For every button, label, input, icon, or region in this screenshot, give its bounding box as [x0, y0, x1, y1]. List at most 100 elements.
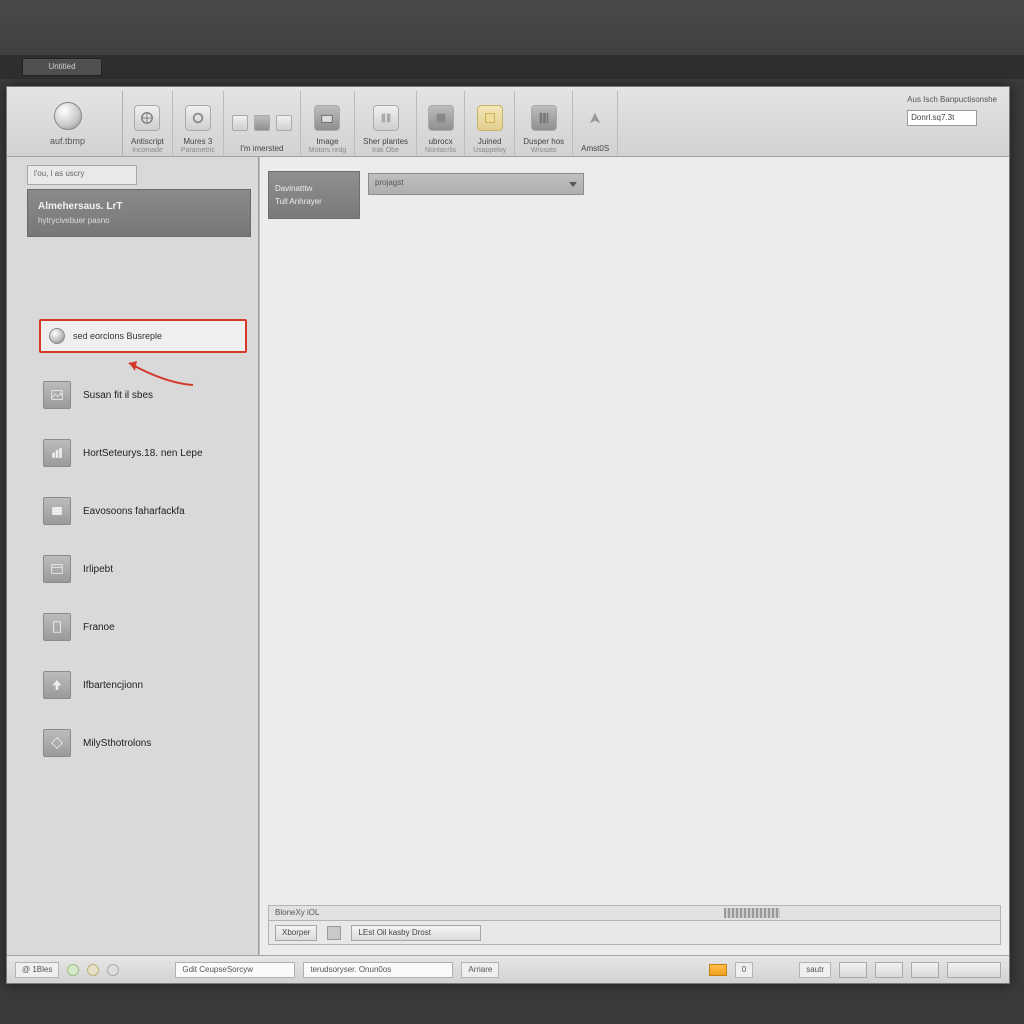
sidebar-item-label: HortSeteurys.18. nen Lepe: [83, 448, 203, 459]
content-dropdown[interactable]: projagst: [368, 173, 584, 195]
ribbon-label: Dusper hos: [523, 137, 564, 146]
small-icon[interactable]: [276, 115, 292, 131]
content-tab-line1: Davinatttw: [275, 184, 353, 193]
ribbon-group-8: Amst0S: [573, 91, 618, 156]
chart-icon: [43, 439, 71, 467]
status-input[interactable]: terudsoryser. Onun0os: [303, 962, 453, 978]
ribbon-group-3: Image Motors nrdg: [301, 91, 355, 156]
ribbon-group-2: I'm imersted: [224, 91, 301, 156]
status-input[interactable]: Gdit CeupseSorcyw: [175, 962, 295, 978]
status-chip: 0: [735, 962, 753, 978]
ribbon-group-6: Juined Usappeloy: [465, 91, 515, 156]
bottom-button[interactable]: Xborper: [275, 925, 317, 941]
image-icon: [43, 381, 71, 409]
sidebar-tab[interactable]: l'ou, l as uscry: [27, 165, 137, 185]
ribbon-sublabel: Parametric: [181, 147, 215, 154]
ribbon-orb-section: auf.tbmp: [13, 91, 123, 156]
backdrop-tab[interactable]: Untitled: [22, 58, 102, 76]
box-icon[interactable]: [428, 105, 454, 131]
books-icon[interactable]: [531, 105, 557, 131]
status-dot-icon: [67, 964, 79, 976]
small-icon[interactable]: [232, 115, 248, 131]
sidebar-item-label: MilySthotrolons: [83, 738, 151, 749]
ribbon-help-link[interactable]: Aus Isch Banpuctisonshe: [907, 95, 997, 104]
document-icon: [43, 613, 71, 641]
content-bottom-bar: Xborper LEst Oil kasby Drost: [268, 921, 1001, 945]
sidebar-item[interactable]: MilySthotrolons: [43, 729, 203, 757]
ribbon-toolbar: auf.tbmp Antiscript Incomade Mures 3 Pa: [7, 87, 1009, 157]
sidebar-item-label: Irlipebt: [83, 564, 113, 575]
content-tab[interactable]: Davinatttw Tull Anhrayer: [268, 171, 360, 219]
status-button[interactable]: [875, 962, 903, 978]
status-bar: @ 1Bles Gdit CeupseSorcyw terudsoryser. …: [7, 955, 1009, 983]
ribbon-readout-field[interactable]: Donrl.sq7.3t: [907, 110, 977, 126]
sidebar-item[interactable]: Ifbartencjionn: [43, 671, 203, 699]
content-tab-line2: Tull Anhrayer: [275, 197, 353, 206]
status-button[interactable]: [911, 962, 939, 978]
content-bottom: BloneXy iOL Xborper LEst Oil kasby Drost: [268, 905, 1001, 945]
status-button[interactable]: [839, 962, 867, 978]
arrow-icon[interactable]: [582, 105, 608, 131]
ribbon-sublabel: Incomade: [132, 147, 163, 154]
status-dot-icon: [107, 964, 119, 976]
ribbon-label: Mures 3: [183, 137, 212, 146]
ribbon-sublabel: Nontacrlis: [425, 147, 456, 154]
ribbon-label: Image: [316, 137, 338, 146]
target-icon: [49, 328, 65, 344]
ribbon-group-4: Sher plantes Irak Obe: [355, 91, 417, 156]
body-split: l'ou, l as uscry Almehersaus. LrT hytryc…: [7, 157, 1009, 955]
sidebar-highlighted-item[interactable]: sed eorclons Busreple: [39, 319, 247, 353]
upload-icon: [43, 671, 71, 699]
ribbon-label: I'm imersted: [240, 144, 283, 153]
sidebar-header-title: Almehersaus. LrT: [38, 201, 240, 212]
sidebar-item-label: Eavosoons faharfackfa: [83, 506, 185, 517]
ribbon-label: ubrocx: [429, 137, 453, 146]
status-warning-icon[interactable]: [709, 964, 727, 976]
bottom-icon[interactable]: [327, 926, 341, 940]
status-dot-icon: [87, 964, 99, 976]
window-icon: [43, 555, 71, 583]
sidebar-header[interactable]: Almehersaus. LrT hytrycivebuer pasno: [27, 189, 251, 237]
panel-icon[interactable]: [373, 105, 399, 131]
sidebar-item[interactable]: Franoe: [43, 613, 203, 641]
tag-icon: [43, 729, 71, 757]
backdrop-strip: [0, 55, 1024, 79]
sidebar-item-label: Franoe: [83, 622, 115, 633]
sidebar-item[interactable]: Irlipebt: [43, 555, 203, 583]
sidebar-item-label: Susan fit il sbes: [83, 390, 153, 401]
sidebar-item[interactable]: Eavosoons faharfackfa: [43, 497, 203, 525]
status-chip[interactable]: @ 1Bles: [15, 962, 59, 978]
ribbon-label: Antiscript: [131, 137, 164, 146]
globe-icon[interactable]: [134, 105, 160, 131]
app-orb-button[interactable]: [54, 102, 82, 130]
ring-icon[interactable]: [185, 105, 211, 131]
ribbon-label: Sher plantes: [363, 137, 408, 146]
sidebar-header-sub: hytrycivebuer pasno: [38, 216, 240, 225]
list-icon: [43, 497, 71, 525]
ribbon-group-5: ubrocx Nontacrlis: [417, 91, 465, 156]
sidebar-item[interactable]: Susan fit il sbes: [43, 381, 203, 409]
sidebar-item[interactable]: HortSeteurys.18. nen Lepe: [43, 439, 203, 467]
ribbon-sublabel: Wrosats: [531, 147, 557, 154]
content-ruler[interactable]: BloneXy iOL: [268, 905, 1001, 921]
status-chip[interactable]: Arriare: [461, 962, 499, 978]
ribbon-label: Amst0S: [581, 144, 609, 153]
note-icon[interactable]: [477, 105, 503, 131]
ribbon-sublabel: Irak Obe: [372, 147, 399, 154]
app-orb-label: auf.tbmp: [50, 136, 85, 146]
bottom-field[interactable]: LEst Oil kasby Drost: [351, 925, 481, 941]
status-chip[interactable]: sautr: [799, 962, 831, 978]
ribbon-group-1: Mures 3 Parametric: [173, 91, 224, 156]
ribbon-group-7: Dusper hos Wrosats: [515, 91, 573, 156]
status-button[interactable]: [947, 962, 1001, 978]
sidebar-item-label: Ifbartencjionn: [83, 680, 143, 691]
ribbon-right: Aus Isch Banpuctisonshe Donrl.sq7.3t: [901, 91, 1003, 130]
ruler-grip-icon[interactable]: [724, 908, 780, 918]
content-tab-row: Davinatttw Tull Anhrayer projagst: [268, 171, 584, 219]
ribbon-sublabel: Usappeloy: [473, 147, 506, 154]
sidebar-list: Susan fit il sbes HortSeteurys.18. nen L…: [43, 381, 203, 757]
folder-icon[interactable]: [314, 105, 340, 131]
ribbon-sublabel: Motors nrdg: [309, 147, 346, 154]
sidebar-highlight-label: sed eorclons Busreple: [73, 331, 162, 341]
small-icon[interactable]: [254, 115, 270, 131]
